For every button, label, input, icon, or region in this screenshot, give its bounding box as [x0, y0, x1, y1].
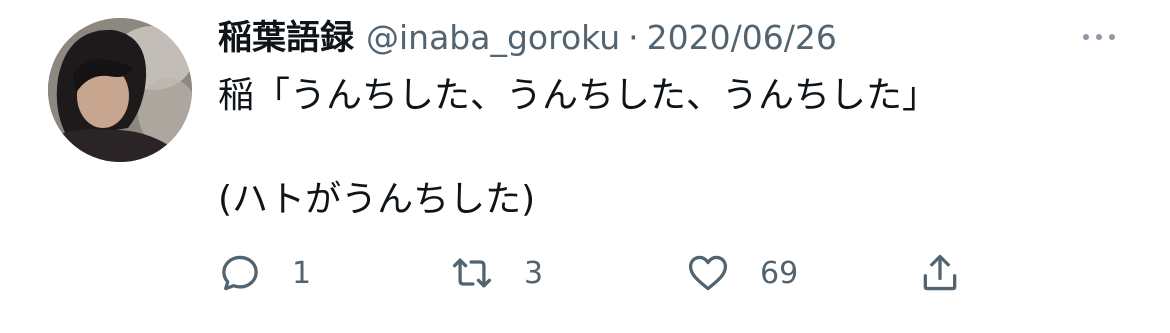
- like-count: 69: [760, 255, 799, 291]
- reply-count: 1: [292, 255, 312, 291]
- separator-dot: ·: [628, 18, 639, 57]
- more-horizontal-icon: [1083, 34, 1089, 40]
- like-button[interactable]: 69: [686, 248, 798, 298]
- retweet-button[interactable]: 3: [450, 248, 543, 298]
- retweet-count: 3: [524, 255, 544, 291]
- tweet-header: 稲葉語録 @inaba_goroku · 2020/06/26: [218, 14, 837, 62]
- reply-button[interactable]: 1: [218, 248, 311, 298]
- avatar[interactable]: [48, 18, 192, 162]
- retweet-icon: [452, 258, 492, 288]
- share-button[interactable]: [918, 248, 962, 298]
- author-name[interactable]: 稲葉語録: [218, 14, 354, 62]
- tweet-text-line-2: (ハトがうんちした): [218, 179, 536, 220]
- more-options-button[interactable]: [1072, 22, 1126, 52]
- tweet-date[interactable]: 2020/06/26: [647, 14, 837, 62]
- tweet-actions: 1 3 69: [218, 248, 978, 298]
- heart-icon: [688, 255, 728, 291]
- author-handle[interactable]: @inaba_goroku: [366, 14, 620, 62]
- avatar-photo: [48, 18, 192, 162]
- tweet-text-line-1: 稲「うんちした、うんちした、うんちした」: [218, 75, 939, 116]
- share-icon: [923, 254, 957, 291]
- reply-icon: [222, 255, 258, 291]
